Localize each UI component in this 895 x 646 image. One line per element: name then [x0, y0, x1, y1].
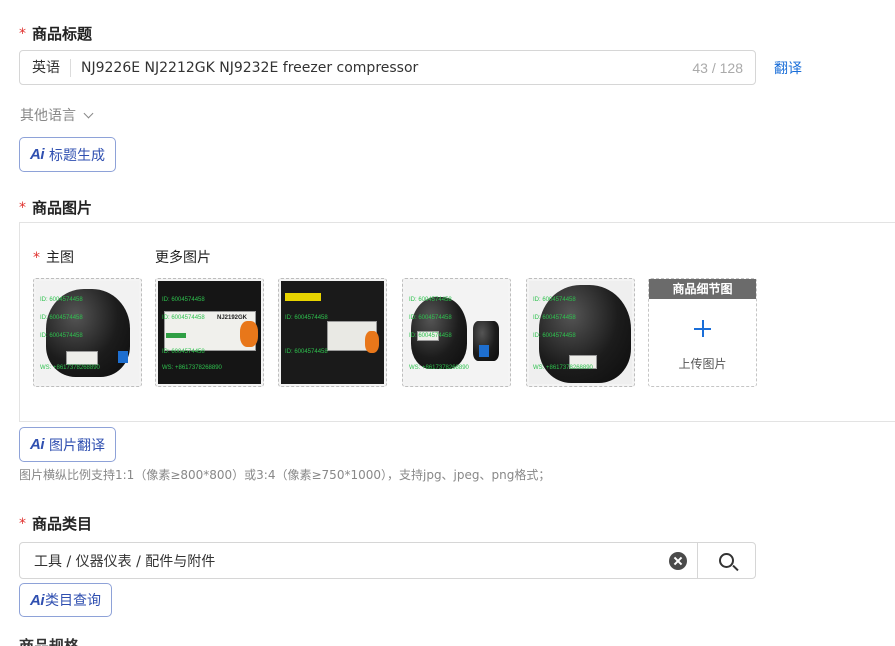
category-search-button[interactable]	[697, 543, 755, 578]
image-thumbnail-5[interactable]: ID: 6004574458 ID: 6004574458 ID: 600457…	[526, 278, 635, 387]
char-count: 43 / 128	[692, 59, 743, 76]
images-section-label: * 商品图片	[19, 197, 92, 218]
image-thumbnail-3[interactable]: ID: 6004574458 ID: 6004574458	[278, 278, 387, 387]
ai-icon: Ai	[30, 146, 45, 163]
image-requirements-hint: 图片横纵比例支持1:1（像素≥800*800）或3:4（像素≥750*1000）…	[19, 468, 551, 482]
chevron-down-icon	[83, 108, 94, 118]
detail-image-title: 商品细节图	[649, 279, 756, 299]
next-section-label: 商品规格	[19, 638, 79, 646]
ai-image-translate-button[interactable]: Ai 图片翻译	[19, 427, 116, 462]
language-select[interactable]: 英语	[20, 58, 71, 77]
plus-icon	[694, 320, 711, 337]
required-mark: *	[33, 250, 40, 266]
search-icon	[719, 553, 734, 568]
image-thumbnail-4[interactable]: ID: 6004574458 ID: 6004574458 ID: 600457…	[402, 278, 511, 387]
ai-image-translate-label: 图片翻译	[49, 437, 105, 454]
upload-image-label: 上传图片	[678, 357, 727, 371]
required-mark: *	[19, 515, 26, 532]
title-label: 商品标题	[32, 25, 93, 43]
compressor-photo: ID: 6004574458 ID: 6004574458 ID: 600457…	[405, 281, 508, 384]
product-title-input[interactable]: 英语 NJ9226E NJ2212GK NJ9232E freezer comp…	[19, 50, 756, 85]
main-image-thumbnail[interactable]: ID: 6004574458 ID: 6004574458 ID: 600457…	[33, 278, 142, 387]
ai-icon: Ai	[30, 591, 45, 609]
other-languages-toggle[interactable]: 其他语言	[20, 105, 94, 125]
main-image-label: * 主图	[33, 250, 74, 266]
compressor-photo: NJ2192GK ID: 6004574458 ID: 6004574458 I…	[158, 281, 261, 384]
ai-title-generate-button[interactable]: Ai 标题生成	[19, 137, 116, 172]
ai-category-query-label: 类目查询	[45, 593, 101, 609]
compressor-photo: ID: 6004574458 ID: 6004574458 ID: 600457…	[529, 281, 632, 384]
detail-image-upload-slot[interactable]: 商品细节图 上传图片	[648, 278, 757, 387]
clear-icon[interactable]	[669, 551, 687, 570]
title-section-label: * 商品标题	[19, 23, 92, 44]
images-label: 商品图片	[32, 199, 93, 217]
ai-icon: Ai	[30, 436, 45, 453]
category-section-label: * 商品类目	[19, 513, 92, 534]
more-images-label: 更多图片	[155, 250, 211, 266]
required-mark: *	[19, 25, 26, 42]
required-mark: *	[19, 199, 26, 216]
ai-title-generate-label: 标题生成	[49, 147, 105, 164]
category-value[interactable]: 工具 / 仪器仪表 / 配件与附件	[20, 551, 669, 571]
title-value[interactable]: NJ9226E NJ2212GK NJ9232E freezer compres…	[71, 60, 692, 76]
compressor-photo: ID: 6004574458 ID: 6004574458 ID: 600457…	[36, 281, 139, 384]
category-input[interactable]: 工具 / 仪器仪表 / 配件与附件	[19, 542, 756, 579]
ai-category-query-button[interactable]: Ai 类目查询	[19, 583, 112, 617]
category-label: 商品类目	[32, 515, 93, 533]
other-languages-label: 其他语言	[20, 108, 76, 124]
translate-link[interactable]: 翻译	[774, 58, 802, 78]
image-thumbnail-2[interactable]: NJ2192GK ID: 6004574458 ID: 6004574458 I…	[155, 278, 264, 387]
compressor-photo: ID: 6004574458 ID: 6004574458	[281, 281, 384, 384]
